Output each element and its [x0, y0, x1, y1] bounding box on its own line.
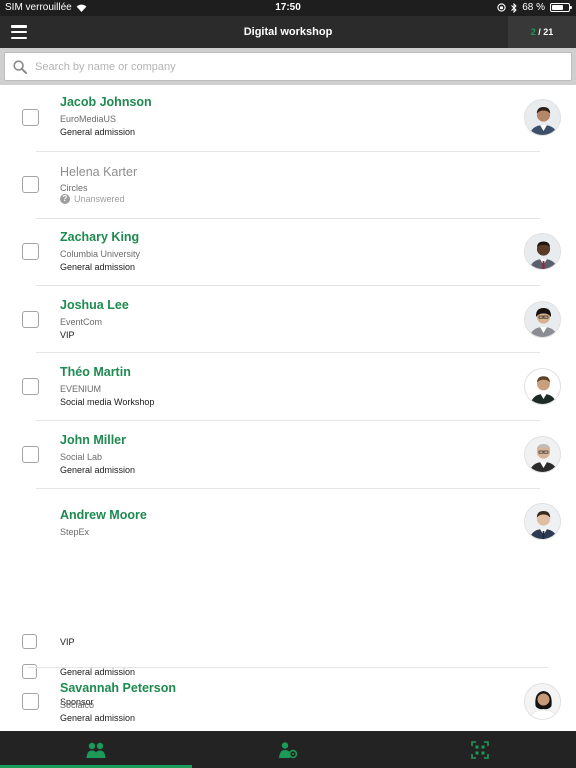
orientation-lock-icon	[497, 3, 506, 12]
attendee-name[interactable]: Jacob Johnson	[60, 95, 152, 109]
attendee-company: StepEx	[60, 527, 90, 537]
bluetooth-icon	[511, 2, 517, 13]
battery-percent: 68 %	[522, 2, 545, 13]
search-input[interactable]	[35, 60, 571, 73]
attendee-company: Columbia University	[60, 249, 141, 259]
counter-total: / 21	[538, 27, 554, 37]
attendee-name[interactable]: Théo Martin	[60, 365, 131, 379]
rsvp-status: ? Unanswered	[60, 194, 125, 204]
tab-attendees[interactable]	[0, 731, 192, 768]
attendee-name[interactable]: Zachary King	[60, 230, 139, 244]
tab-qr-scan[interactable]	[384, 731, 576, 768]
question-icon: ?	[60, 194, 70, 204]
battery-icon	[550, 3, 572, 12]
attendee-company: Socialco	[60, 700, 95, 710]
avatar	[524, 233, 561, 270]
avatar	[524, 683, 561, 720]
attendee-row-expanded[interactable]: Andrew Moore StepEx VIP General admissio…	[0, 489, 576, 679]
attendee-company: EuroMediaUS	[60, 114, 117, 124]
search-icon	[13, 59, 27, 74]
attendee-row[interactable]: Jacob Johnson EuroMediaUS General admiss…	[0, 85, 576, 152]
attendee-name[interactable]: John Miller	[60, 433, 126, 447]
attendee-name[interactable]: Andrew Moore	[60, 508, 147, 522]
attendee-category: VIP	[60, 330, 75, 340]
attendee-row[interactable]: Helena Karter Circles ? Unanswered	[0, 152, 576, 219]
nav-bar: Digital workshop 2 / 21	[0, 16, 576, 48]
search-bar	[0, 48, 576, 85]
attendee-category: General admission	[60, 127, 136, 137]
attendee-category: General admission	[60, 713, 136, 723]
attendee-category: Social media Workshop	[60, 397, 155, 407]
checkin-counter: 2 / 21	[508, 16, 576, 48]
status-bar: SIM verrouillée 17:50 68 %	[0, 0, 576, 16]
attendees-icon	[86, 742, 106, 758]
avatar	[524, 503, 561, 540]
rsvp-status-label: Unanswered	[74, 194, 125, 204]
checkin-checkbox[interactable]	[22, 311, 39, 328]
attendee-name[interactable]: Joshua Lee	[60, 298, 129, 312]
attendee-company: Social Lab	[60, 452, 103, 462]
attendee-name[interactable]: Helena Karter	[60, 165, 137, 179]
attendee-category: General admission	[60, 465, 136, 475]
avatar	[524, 301, 561, 338]
status-right-group: 68 %	[497, 2, 572, 13]
checkin-checkbox[interactable]	[22, 176, 39, 193]
counter-current: 2	[530, 27, 536, 37]
attendee-company: EventCom	[60, 317, 103, 327]
avatar	[524, 368, 561, 405]
search-box[interactable]	[4, 52, 572, 81]
attendee-row[interactable]: Zachary King Columbia University General…	[0, 219, 576, 286]
attendee-category: General admission	[60, 262, 136, 272]
attendee-list: Jacob Johnson EuroMediaUS General admiss…	[0, 85, 576, 731]
checkin-checkbox[interactable]	[22, 109, 39, 126]
checkin-checkbox[interactable]	[22, 243, 39, 260]
avatar	[524, 99, 561, 136]
attendee-name[interactable]: Savannah Peterson	[60, 681, 176, 695]
checkin-checkbox[interactable]	[22, 378, 39, 395]
tab-person-settings[interactable]	[192, 731, 384, 768]
avatar	[524, 436, 561, 473]
option-checkbox-vip[interactable]	[22, 634, 37, 649]
attendee-row[interactable]: Théo Martin EVENIUM Social media Worksho…	[0, 353, 576, 421]
battery-level	[552, 5, 563, 10]
qr-scan-icon	[471, 740, 489, 759]
attendee-row[interactable]: John Miller Social Lab General admission	[0, 421, 576, 489]
checkin-checkbox[interactable]	[22, 693, 39, 710]
tab-bar	[0, 731, 576, 768]
checkin-checkbox[interactable]	[22, 446, 39, 463]
person-settings-icon	[279, 741, 298, 758]
page-title: Digital workshop	[243, 26, 333, 38]
attendee-company: EVENIUM	[60, 384, 102, 394]
attendee-row[interactable]: Savannah Peterson Socialco General admis…	[0, 668, 576, 731]
attendee-row[interactable]: Joshua Lee EventCom VIP	[0, 286, 576, 353]
clock: 17:50	[275, 2, 301, 13]
attendee-company: Circles	[60, 183, 88, 193]
option-label-vip: VIP	[60, 637, 75, 647]
